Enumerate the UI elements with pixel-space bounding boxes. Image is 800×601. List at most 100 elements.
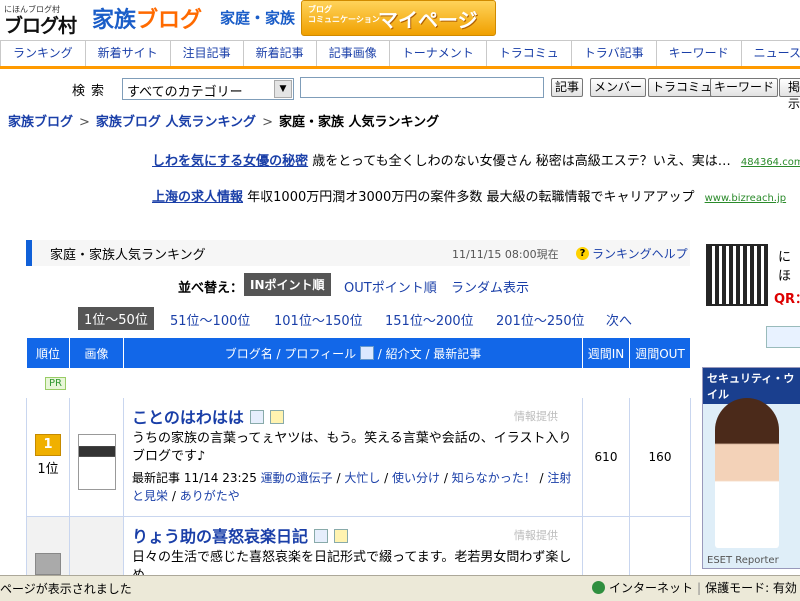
sec-ad-footer: ESET Reporter (707, 555, 779, 566)
nav-tab-new-articles[interactable]: 新着記事 (244, 41, 317, 66)
breadcrumb-home[interactable]: 家族ブログ (8, 115, 73, 130)
info-label: 情報提供 (514, 529, 558, 542)
profile-icon[interactable] (249, 410, 264, 424)
chevron-down-icon[interactable]: ▼ (274, 80, 292, 98)
nav-tab-torakomyu[interactable]: トラコミュ (487, 41, 572, 66)
table-row: 1 1位 情報提供 ことのはわはは うちの家族の言葉ってぇヤツは、もう。笑える言… (26, 397, 691, 517)
logo-big-text: ブログ村 (4, 15, 77, 37)
rank-text: 1位 (37, 462, 59, 477)
ad-url-link[interactable]: www.bizreach.jp (705, 193, 786, 204)
ranking-help-link[interactable]: ランキングヘルプ (592, 245, 688, 262)
col-out: 週間OUT (629, 337, 691, 369)
col-in: 週間IN (582, 337, 630, 369)
breadcrumb-current: 家庭・家族 人気ランキング (278, 115, 440, 130)
search-input[interactable] (300, 77, 544, 98)
ad-title-link[interactable]: 上海の求人情報 (152, 190, 243, 205)
search-keyword-button[interactable]: キーワード (710, 78, 779, 97)
blog-title-link[interactable]: ことのはわはは (132, 408, 244, 427)
breadcrumb-separator: > (262, 115, 273, 130)
next-page-link[interactable]: 次へ (606, 310, 632, 329)
latest-article-link[interactable]: 使い分け (392, 471, 440, 485)
sort-label: 並べ替え： (178, 281, 244, 296)
text-ad: しわを気にする女優の秘密 歳をとっても全くしわのない女優さん 秘密は高級エステ？… (152, 150, 800, 169)
ad-title-link[interactable]: しわを気にする女優の秘密 (152, 154, 308, 169)
globe-icon (592, 581, 605, 594)
ranking-timestamp: 11/11/15 08:00現在 (452, 248, 559, 261)
ad-url-link[interactable]: 484364.com (741, 157, 800, 168)
blog-thumbnail[interactable] (77, 434, 116, 490)
twitter-icon[interactable] (766, 326, 800, 348)
breadcrumb: 家族ブログ > 家族ブログ 人気ランキング > 家庭・家族 人気ランキング (8, 111, 439, 130)
breadcrumb-ranking[interactable]: 家族ブログ 人気ランキング (96, 115, 256, 130)
ranking-title: 家庭・家族人気ランキング (50, 248, 206, 263)
col-image: 画像 (69, 337, 124, 369)
pr-row: PR (26, 368, 691, 398)
kazoku-blog-logo[interactable]: 家族ブログ (92, 2, 202, 34)
blog-title-link[interactable]: りょう助の喜怒哀楽日記 (132, 527, 308, 546)
logo-kazoku-text: 家族 (92, 8, 137, 33)
sort-random-link[interactable]: ランダム表示 (451, 277, 529, 296)
help-icon[interactable]: ? (576, 247, 589, 260)
sort-in-points-button[interactable]: INポイント順 (244, 273, 331, 296)
search-label: 検索 (72, 84, 111, 99)
page-range-link[interactable]: 101位〜150位 (274, 310, 363, 329)
katei-kazoku-logo[interactable]: 家庭・家族 (220, 7, 295, 28)
latest-article-link[interactable]: 運動の遺伝子 (261, 471, 333, 485)
ad-text: 歳をとっても全くしわのない女優さん 秘密は高級エステ？いえ、実は… (312, 154, 731, 169)
latest-article-link[interactable]: ありがたや (180, 489, 240, 503)
mypage-banner[interactable]: ブログ コミュニケーション マイページ (301, 0, 496, 36)
latest-article-link[interactable]: 大忙し (344, 471, 380, 485)
weekly-in: 610 (582, 397, 630, 517)
profile-icon[interactable] (314, 529, 329, 543)
star-icon[interactable] (334, 529, 349, 543)
rank-crown-icon (35, 553, 61, 575)
nav-tab-ranking[interactable]: ランキング (0, 41, 86, 66)
col-rank: 順位 (26, 337, 70, 369)
sort-out-points-link[interactable]: OUTポイント順 (344, 277, 437, 296)
pr-badge[interactable]: PR (45, 377, 66, 390)
page-range-link[interactable]: 51位〜100位 (170, 310, 250, 329)
page-range-current[interactable]: 1位〜50位 (78, 307, 154, 330)
nav-tab-tournament[interactable]: トーナメント (390, 41, 487, 66)
weekly-out: 160 (629, 397, 691, 517)
profile-icon (359, 345, 374, 360)
nav-tab-new-sites[interactable]: 新着サイト (86, 41, 171, 66)
star-icon[interactable] (269, 410, 284, 424)
table-header-row: 順位 画像 ブログ名 / プロフィール / 紹介文 / 最新記事 週間IN 週間… (26, 337, 691, 369)
qr-caption: にほ (778, 250, 792, 284)
blog-description: うちの家族の言葉ってぇヤツは、もう。笑える言葉や会話の、イラスト入りブログです♪ (132, 431, 572, 464)
status-text: ページが表示されました (0, 582, 132, 596)
info-label: 情報提供 (514, 410, 558, 423)
logo-blog-text: ブログ (136, 8, 203, 33)
search-torakomyu-button[interactable]: トラコミュ (648, 78, 717, 97)
nav-tab-news[interactable]: ニュース (742, 41, 800, 66)
search-members-button[interactable]: メンバー (590, 78, 647, 97)
qr-code (706, 244, 768, 306)
ad-portrait-image (715, 398, 779, 548)
qr-label: QR： (774, 292, 800, 307)
nav-tab-featured[interactable]: 注目記事 (171, 41, 244, 66)
nav-tab-trackback[interactable]: トラバ記事 (572, 41, 657, 66)
main-nav: ランキング 新着サイト 注目記事 新着記事 記事画像 トーナメント トラコミュ … (0, 40, 800, 69)
search-articles-button[interactable]: 記事 (551, 78, 584, 97)
text-ad: 上海の求人情報 年収1000万円潤オ3000万円の案件多数 最大級の転職情報でキ… (152, 186, 786, 205)
breadcrumb-separator: > (79, 115, 90, 130)
category-select-value: すべてのカテゴリー (127, 85, 243, 100)
latest-article-link[interactable]: 知らなかった！ (452, 471, 536, 485)
nav-tab-article-images[interactable]: 記事画像 (317, 41, 390, 66)
search-board-button[interactable]: 掲示 (779, 78, 800, 111)
nav-tab-keyword[interactable]: キーワード (657, 41, 742, 66)
page-range-link[interactable]: 201位〜250位 (496, 310, 585, 329)
mypage-big-text: マイページ (378, 8, 478, 32)
col-blog: ブログ名 / プロフィール / 紹介文 / 最新記事 (123, 337, 583, 369)
rank-cell: 1 1位 (26, 397, 70, 517)
page-range-link[interactable]: 151位〜200位 (385, 310, 474, 329)
security-ad-banner[interactable]: セキュリティ・ウイル ESET Reporter (702, 367, 800, 569)
category-select[interactable]: すべてのカテゴリー ▼ (122, 78, 294, 100)
nihon-blogmura-logo[interactable]: にほんブログ村 ブログ村 (4, 4, 77, 37)
blog-cell: 情報提供 ことのはわはは うちの家族の言葉ってぇヤツは、もう。笑える言葉や会話の… (123, 397, 583, 517)
latest-articles: 最新記事 11/14 23:25 運動の遺伝子 / 大忙し / 使い分け / 知… (132, 471, 572, 503)
ad-text: 年収1000万円潤オ3000万円の案件多数 最大級の転職情報でキャリアアップ (247, 190, 695, 205)
ranking-table: 順位 画像 ブログ名 / プロフィール / 紹介文 / 最新記事 週間IN 週間… (26, 337, 691, 592)
image-cell (69, 397, 124, 517)
